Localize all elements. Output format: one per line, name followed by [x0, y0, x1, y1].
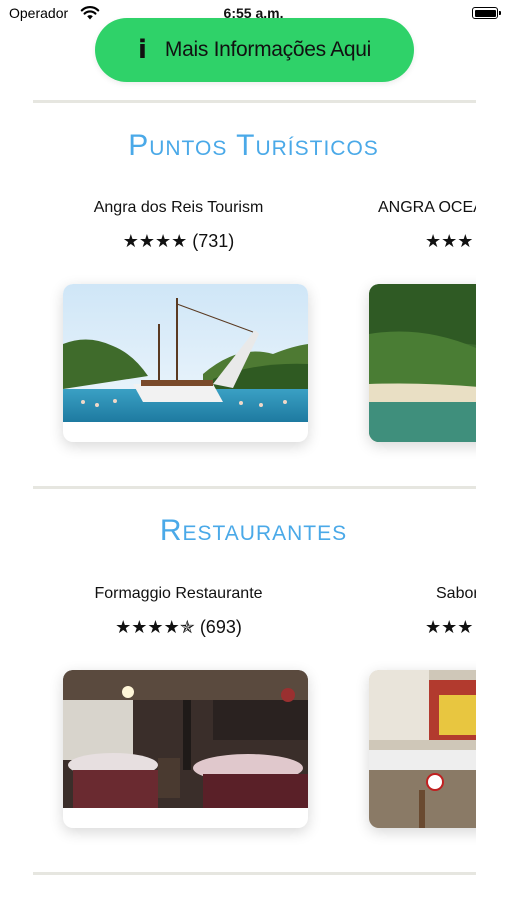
card-rating: ★★★ — [425, 231, 473, 252]
place-card[interactable] — [369, 670, 476, 828]
place-card[interactable] — [369, 284, 476, 442]
review-count: (693) — [199, 617, 242, 637]
card-title: ANGRA OCEAN — [378, 199, 476, 216]
star-rating-icon: ★★★ — [425, 617, 474, 637]
divider — [33, 100, 476, 103]
beach-photo — [369, 284, 476, 442]
review-count: (731) — [192, 231, 235, 251]
info-icon: i — [137, 35, 147, 65]
place-card[interactable] — [63, 670, 308, 828]
star-rating-icon: ★★★★✯ — [115, 617, 195, 637]
card-rating: ★★★ — [425, 617, 473, 638]
tourist-spots-carousel[interactable]: Angra dos Reis Tourism ★★★★ (731) ANGRA … — [0, 190, 476, 460]
more-info-button[interactable]: i Mais Informações Aqui — [95, 18, 414, 82]
divider — [33, 872, 476, 875]
star-rating-icon: ★★★★ — [122, 231, 188, 251]
section-title-restaurants: Restaurantes — [159, 514, 348, 547]
more-info-label: Mais Informações Aqui — [164, 38, 372, 61]
battery-icon — [472, 7, 501, 19]
storefront-photo — [369, 670, 476, 828]
restaurant-interior-photo — [63, 670, 308, 808]
card-rating: ★★★★✯ (693) — [0, 617, 357, 638]
place-card[interactable] — [63, 284, 308, 442]
boat-photo — [63, 284, 308, 422]
restaurants-carousel[interactable]: Formaggio Restaurante ★★★★✯ (693) Sabor — [0, 576, 476, 846]
card-rating: ★★★★ (731) — [0, 231, 357, 252]
card-title: Formaggio Restaurante — [94, 585, 263, 602]
star-rating-icon: ★★★ — [425, 231, 474, 251]
card-title: Sabor — [436, 585, 476, 602]
divider — [33, 486, 476, 489]
section-title-tourist-spots: Puntos Turísticos — [128, 129, 379, 162]
card-title: Angra dos Reis Tourism — [93, 199, 264, 216]
